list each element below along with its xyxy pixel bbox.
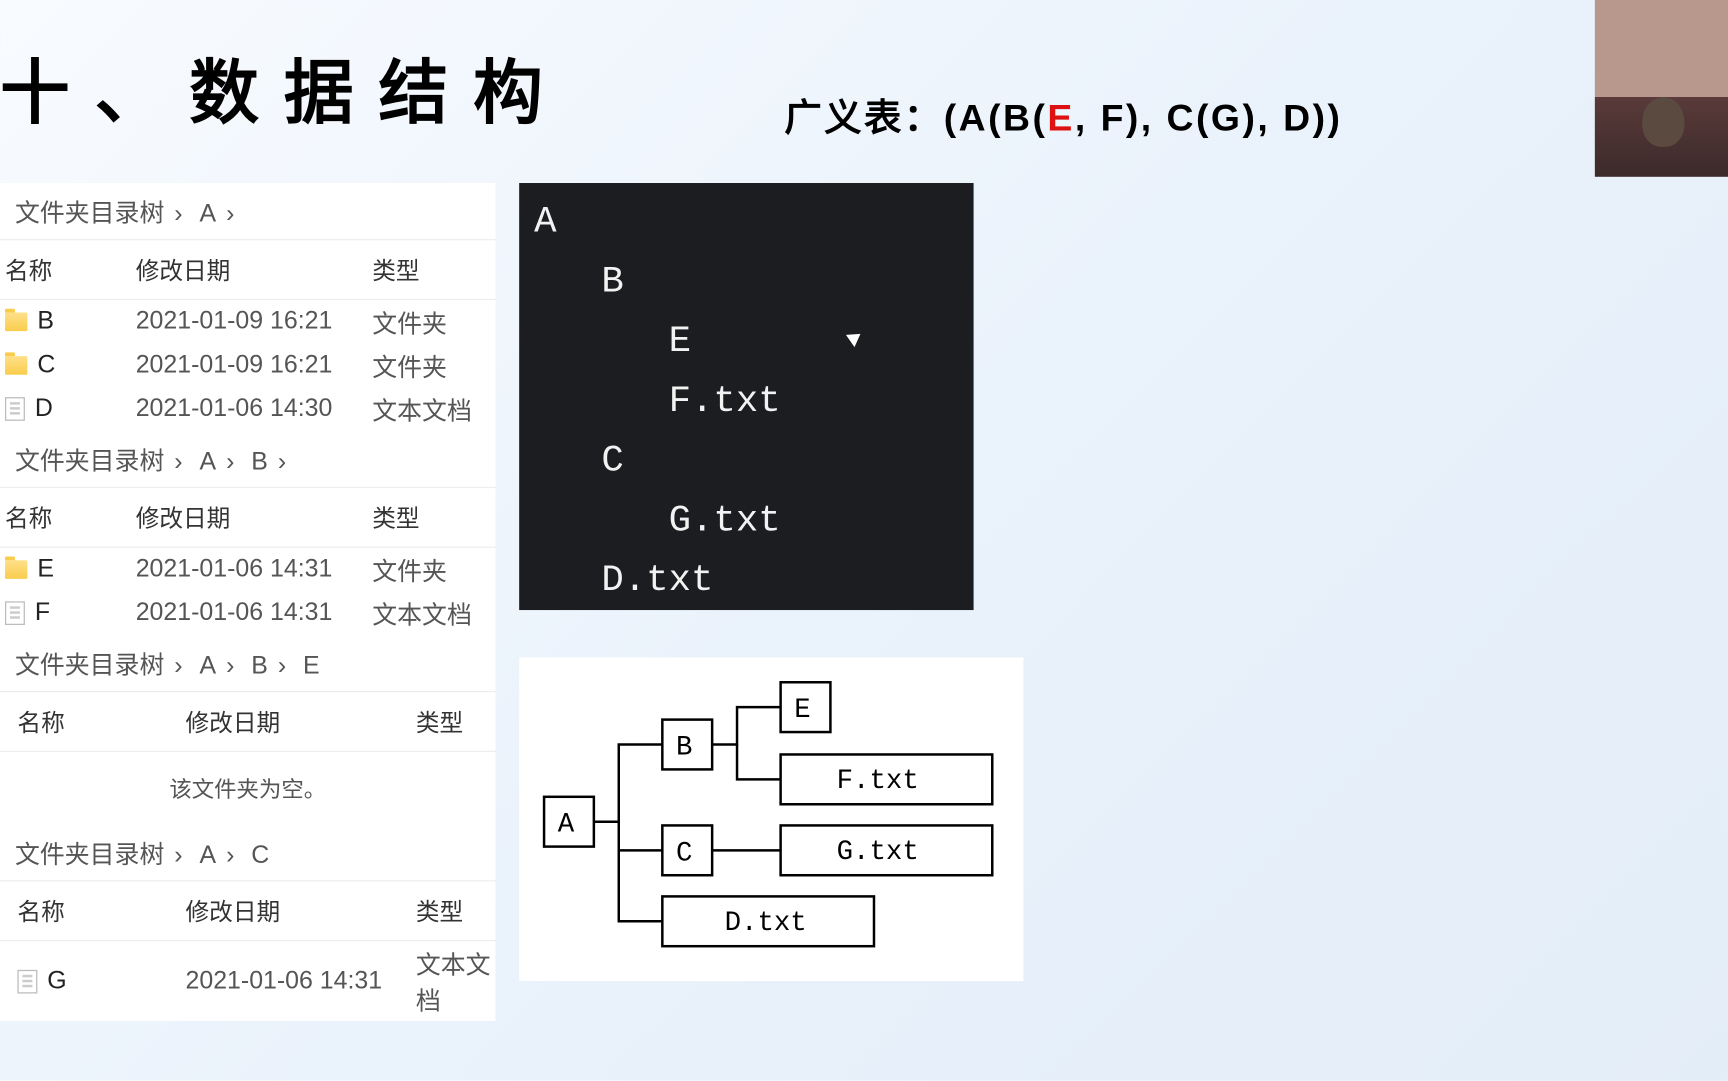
- file-mtime: 2021-01-09 16:21: [136, 308, 373, 337]
- file-icon: [5, 397, 25, 421]
- chevron-right-icon: ›: [174, 448, 182, 475]
- col-mtime[interactable]: 修改日期: [136, 500, 373, 534]
- crumb-root[interactable]: 文件夹目录树: [15, 200, 164, 227]
- file-icon: [17, 969, 37, 993]
- gentable-label: 广义表：: [784, 98, 943, 139]
- crumb-root[interactable]: 文件夹目录树: [15, 652, 164, 679]
- file-mtime: 2021-01-06 14:31: [136, 555, 373, 584]
- chevron-right-icon: ›: [278, 448, 286, 475]
- file-mtime: 2021-01-09 16:21: [136, 351, 373, 380]
- column-headers: 名称 修改日期 类型: [0, 488, 496, 548]
- crumb-seg[interactable]: A: [199, 448, 216, 475]
- crumb-seg[interactable]: A: [199, 842, 216, 869]
- explorer-panels: 文件夹目录树 › A › 名称 修改日期 类型 B 2021-01-09 16:21…: [0, 183, 496, 1021]
- crumb-seg[interactable]: C: [251, 842, 269, 869]
- col-name[interactable]: 名称: [5, 500, 136, 534]
- chevron-right-icon: ›: [278, 652, 286, 679]
- folder-icon: [5, 356, 27, 375]
- empty-folder-text: 该文件夹为空。: [0, 752, 496, 824]
- file-name: D: [35, 395, 53, 424]
- terminal-text: A B E F.txt C G.txt D.txt: [534, 202, 781, 603]
- table-row[interactable]: B 2021-01-09 16:21 文件夹: [0, 300, 496, 344]
- explorer-panel-E: 文件夹目录树 › A › B › E 名称 修改日期 类型 该文件夹为空。: [0, 635, 496, 824]
- table-row[interactable]: E 2021-01-06 14:31 文件夹: [0, 548, 496, 592]
- node-F: F.txt: [837, 766, 919, 797]
- node-A: A: [558, 810, 575, 841]
- file-name: B: [37, 308, 54, 337]
- breadcrumb: 文件夹目录树 › A › B › E: [0, 635, 496, 692]
- col-name[interactable]: 名称: [17, 705, 185, 739]
- expr-post: , F), C(G), D)): [1075, 98, 1343, 139]
- table-row[interactable]: F 2021-01-06 14:31 文本文档: [0, 591, 496, 635]
- folder-icon: [5, 560, 27, 579]
- file-mtime: 2021-01-06 14:31: [136, 599, 373, 628]
- file-name: C: [37, 351, 55, 380]
- column-headers: 名称 修改日期 类型: [0, 692, 496, 752]
- node-C: C: [676, 838, 692, 869]
- explorer-panel-C: 文件夹目录树 › A › C 名称 修改日期 类型 G 2021-01-06 14:…: [0, 824, 496, 1021]
- crumb-seg[interactable]: B: [251, 448, 268, 475]
- col-type[interactable]: 类型: [416, 705, 491, 739]
- col-type[interactable]: 类型: [416, 894, 491, 928]
- expr-highlight: E: [1047, 98, 1074, 139]
- file-type: 文本文档: [416, 945, 491, 1017]
- column-headers: 名称 修改日期 类型: [0, 240, 496, 300]
- slide-title: 十、数据结构: [0, 37, 568, 138]
- file-type: 文件夹: [372, 347, 490, 383]
- node-D: D.txt: [725, 908, 807, 939]
- crumb-seg[interactable]: A: [199, 200, 216, 227]
- col-type[interactable]: 类型: [372, 500, 490, 534]
- crumb-seg[interactable]: B: [251, 652, 268, 679]
- explorer-panel-A: 文件夹目录树 › A › 名称 修改日期 类型 B 2021-01-09 16:21…: [0, 183, 496, 431]
- crumb-root[interactable]: 文件夹目录树: [15, 842, 164, 869]
- webcam-overlay: [1595, 0, 1728, 177]
- terminal-tree-output: A B E F.txt C G.txt D.txt: [519, 183, 973, 610]
- table-row[interactable]: C 2021-01-09 16:21 文件夹: [0, 344, 496, 388]
- crumb-seg[interactable]: E: [303, 652, 320, 679]
- chevron-right-icon: ›: [174, 842, 182, 869]
- file-type: 文本文档: [372, 391, 490, 427]
- crumb-root[interactable]: 文件夹目录树: [15, 448, 164, 475]
- chevron-right-icon: ›: [174, 652, 182, 679]
- file-mtime: 2021-01-06 14:30: [136, 395, 373, 424]
- node-B: B: [676, 732, 692, 763]
- col-mtime[interactable]: 修改日期: [186, 894, 416, 928]
- generalized-list-expression: 广义表：(A(B(E, F), C(G), D)): [784, 87, 1342, 142]
- chevron-right-icon: ›: [226, 842, 234, 869]
- breadcrumb: 文件夹目录树 › A ›: [0, 183, 496, 240]
- file-type: 文件夹: [372, 552, 490, 588]
- col-name[interactable]: 名称: [17, 894, 185, 928]
- file-icon: [5, 601, 25, 625]
- col-mtime[interactable]: 修改日期: [186, 705, 416, 739]
- explorer-panel-B: 文件夹目录树 › A › B › 名称 修改日期 类型 E 2021-01-06 14…: [0, 431, 496, 635]
- chevron-right-icon: ›: [174, 200, 182, 227]
- file-name: F: [35, 599, 50, 628]
- table-row[interactable]: G 2021-01-06 14:31 文本文档: [0, 941, 496, 1021]
- col-type[interactable]: 类型: [372, 253, 490, 287]
- file-name: G: [47, 967, 66, 996]
- crumb-seg[interactable]: A: [199, 652, 216, 679]
- folder-icon: [5, 312, 27, 331]
- chevron-right-icon: ›: [226, 448, 234, 475]
- file-type: 文件夹: [372, 304, 490, 340]
- table-row[interactable]: D 2021-01-06 14:30 文本文档: [0, 387, 496, 431]
- col-mtime[interactable]: 修改日期: [136, 253, 373, 287]
- node-E: E: [794, 695, 810, 726]
- column-headers: 名称 修改日期 类型: [0, 881, 496, 941]
- breadcrumb: 文件夹目录树 › A › B ›: [0, 431, 496, 488]
- chevron-right-icon: ›: [226, 652, 234, 679]
- cursor-icon: [849, 330, 864, 352]
- chevron-right-icon: ›: [226, 200, 234, 227]
- file-mtime: 2021-01-06 14:31: [186, 967, 416, 996]
- expr-pre: (A(B(: [944, 98, 1048, 139]
- tree-diagram: A B C E F.txt G.txt D.txt: [519, 657, 1023, 981]
- breadcrumb: 文件夹目录树 › A › C: [0, 824, 496, 881]
- file-name: E: [37, 555, 54, 584]
- col-name[interactable]: 名称: [5, 253, 136, 287]
- node-G: G.txt: [837, 837, 919, 868]
- file-type: 文本文档: [372, 595, 490, 631]
